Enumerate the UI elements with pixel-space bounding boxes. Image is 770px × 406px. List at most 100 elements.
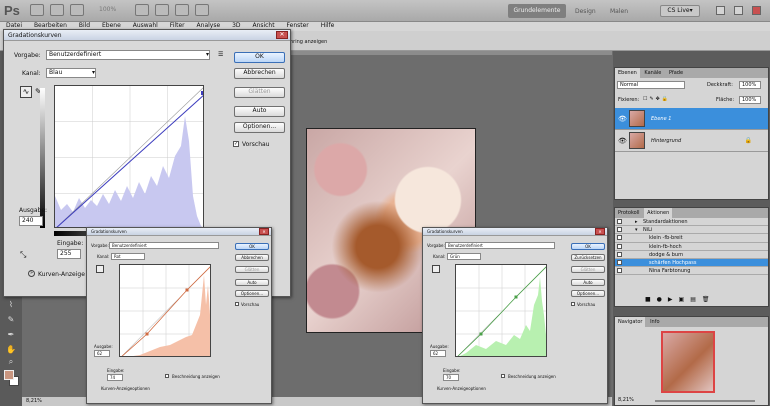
tab-actions[interactable]: Aktionen <box>644 208 673 218</box>
action-item[interactable]: klein -fb-breit <box>615 234 768 243</box>
navigator-zoom-slider[interactable] <box>655 400 755 402</box>
layer-name[interactable]: Ebene 1 <box>651 116 671 122</box>
smooth-button[interactable]: Glätten <box>571 266 605 273</box>
clipping-checkbox[interactable] <box>501 374 505 378</box>
options-button[interactable]: Optionen... <box>235 290 269 297</box>
curve-display-options-label[interactable]: Kurven-Anzeigeoptionen <box>437 386 486 391</box>
smooth-button[interactable]: Glätten <box>234 87 285 98</box>
menu-layer[interactable]: Ebene <box>102 22 121 29</box>
curve-display-options-label[interactable]: Kurven-Anzeige <box>38 271 85 278</box>
lock-icons[interactable]: ☐✎✥🔒 <box>643 96 670 102</box>
curve-point-tool-icon[interactable] <box>96 265 104 273</box>
zoom-tool-icon[interactable]: ⌕ <box>6 357 16 367</box>
action-controls[interactable]: ■●▶▣▤🗑 <box>645 296 715 303</box>
curve-point[interactable] <box>201 91 204 95</box>
expand-icon[interactable]: ▸ <box>635 218 638 226</box>
action-toggle-checkbox[interactable] <box>617 243 622 249</box>
eye-icon[interactable]: 👁 <box>618 137 627 145</box>
tab-history[interactable]: Protokoll <box>615 208 643 218</box>
workspace-paint-button[interactable]: Malen <box>610 8 628 15</box>
preset-select[interactable]: Benutzerdefiniert <box>445 242 555 249</box>
action-toggle-checkbox[interactable] <box>617 219 622 224</box>
auto-button[interactable]: Auto <box>571 279 605 286</box>
output-field[interactable]: 62 <box>94 350 110 357</box>
workspace-design-button[interactable]: Design <box>575 8 596 15</box>
auto-button[interactable]: Auto <box>234 106 285 117</box>
ok-button[interactable]: OK <box>235 243 269 250</box>
output-field[interactable]: 240 <box>19 216 43 226</box>
preview-checkbox[interactable]: ✓ <box>233 141 239 147</box>
arrange-documents-icon[interactable] <box>175 4 189 16</box>
menu-3d[interactable]: 3D <box>232 22 240 29</box>
ok-button[interactable]: OK <box>571 243 605 250</box>
brush-tool-icon[interactable]: ✎ <box>6 315 16 325</box>
menu-filter[interactable]: Filter <box>170 22 185 29</box>
tab-layers[interactable]: Ebenen <box>615 68 640 78</box>
curve-point-tool-icon[interactable]: ∿ <box>20 86 32 98</box>
tab-channels[interactable]: Kanäle <box>641 68 664 78</box>
blend-mode-select[interactable]: Normal <box>617 81 685 89</box>
menu-edit[interactable]: Bearbeiten <box>34 22 67 29</box>
action-item[interactable]: ▾ NiLi <box>615 226 768 235</box>
menu-file[interactable]: Datei <box>6 22 22 29</box>
close-icon[interactable]: ✕ <box>595 228 605 235</box>
action-item[interactable]: schärfen Hochpass <box>615 258 768 268</box>
curve-graph-red[interactable] <box>119 264 211 357</box>
lasso-tool-icon[interactable]: ⌇ <box>6 300 16 310</box>
curve-graph-green[interactable] <box>455 264 547 357</box>
ok-button[interactable]: OK <box>234 52 285 63</box>
output-field[interactable]: 62 <box>430 350 446 357</box>
extras-icon[interactable] <box>70 4 84 16</box>
preset-select[interactable]: Benutzerdefiniert <box>109 242 219 249</box>
options-button[interactable]: Optionen... <box>571 290 605 297</box>
foreground-color-swatch[interactable] <box>4 370 14 380</box>
channel-select[interactable]: Grün <box>447 253 481 260</box>
mini-bridge-icon[interactable] <box>50 4 64 16</box>
tab-paths[interactable]: Pfade <box>666 68 686 78</box>
curve-point[interactable] <box>479 332 483 336</box>
action-toggle-checkbox[interactable] <box>617 268 622 274</box>
bridge-icon[interactable] <box>30 4 44 16</box>
tab-navigator[interactable]: Navigator <box>615 317 646 327</box>
curve-graph-blue[interactable] <box>54 85 204 228</box>
action-toggle-checkbox[interactable] <box>617 259 622 265</box>
layer-row[interactable]: 👁 Hintergrund 🔒 <box>615 130 768 152</box>
hand-tool-icon[interactable]: ✋ <box>6 345 16 355</box>
navigator-thumbnail[interactable] <box>661 331 715 393</box>
action-toggle-checkbox[interactable] <box>617 227 622 233</box>
status-zoom[interactable]: 8,21% <box>26 398 42 404</box>
menu-view[interactable]: Ansicht <box>252 22 274 29</box>
input-field[interactable]: 70 <box>443 374 459 381</box>
input-field[interactable]: 255 <box>57 249 81 259</box>
action-item[interactable]: dodge & burn <box>615 251 768 259</box>
menu-window[interactable]: Fenster <box>287 22 309 29</box>
close-icon[interactable]: ✕ <box>259 228 269 235</box>
preview-checkbox[interactable] <box>235 302 239 306</box>
hand-tool-icon[interactable] <box>135 4 149 16</box>
layer-name[interactable]: Hintergrund <box>651 138 681 144</box>
action-item[interactable]: klein-fb-hoch <box>615 243 768 251</box>
workspace-essentials-button[interactable]: Grundelemente <box>508 4 566 18</box>
tab-info[interactable]: Info <box>647 317 662 327</box>
close-icon[interactable]: ✕ <box>276 31 288 39</box>
cancel-button[interactable]: Abbrechen <box>235 254 269 261</box>
menu-help[interactable]: Hilfe <box>321 22 335 29</box>
minimize-button[interactable] <box>716 6 725 15</box>
preset-select[interactable]: Benutzerdefiniert ▾ <box>46 50 210 60</box>
channel-select[interactable]: Rot <box>111 253 145 260</box>
fill-field[interactable]: 100% <box>739 96 761 104</box>
eye-icon[interactable]: 👁 <box>618 115 627 123</box>
clipping-checkbox[interactable] <box>165 374 169 378</box>
curve-point[interactable] <box>185 288 189 292</box>
auto-button[interactable]: Auto <box>235 279 269 286</box>
menu-image[interactable]: Bild <box>79 22 90 29</box>
cancel-button[interactable]: Abbrechen <box>234 68 285 79</box>
close-button[interactable] <box>752 6 761 15</box>
action-item[interactable]: Nina Farbtonung <box>615 267 768 276</box>
menu-analysis[interactable]: Analyse <box>197 22 221 29</box>
action-toggle-checkbox[interactable] <box>617 251 622 257</box>
action-item[interactable]: ▸ Standardaktionen <box>615 218 768 227</box>
zoom-level[interactable]: 100% <box>99 6 116 13</box>
curve-point-tool-icon[interactable] <box>432 265 440 273</box>
screen-mode-icon[interactable] <box>195 4 209 16</box>
